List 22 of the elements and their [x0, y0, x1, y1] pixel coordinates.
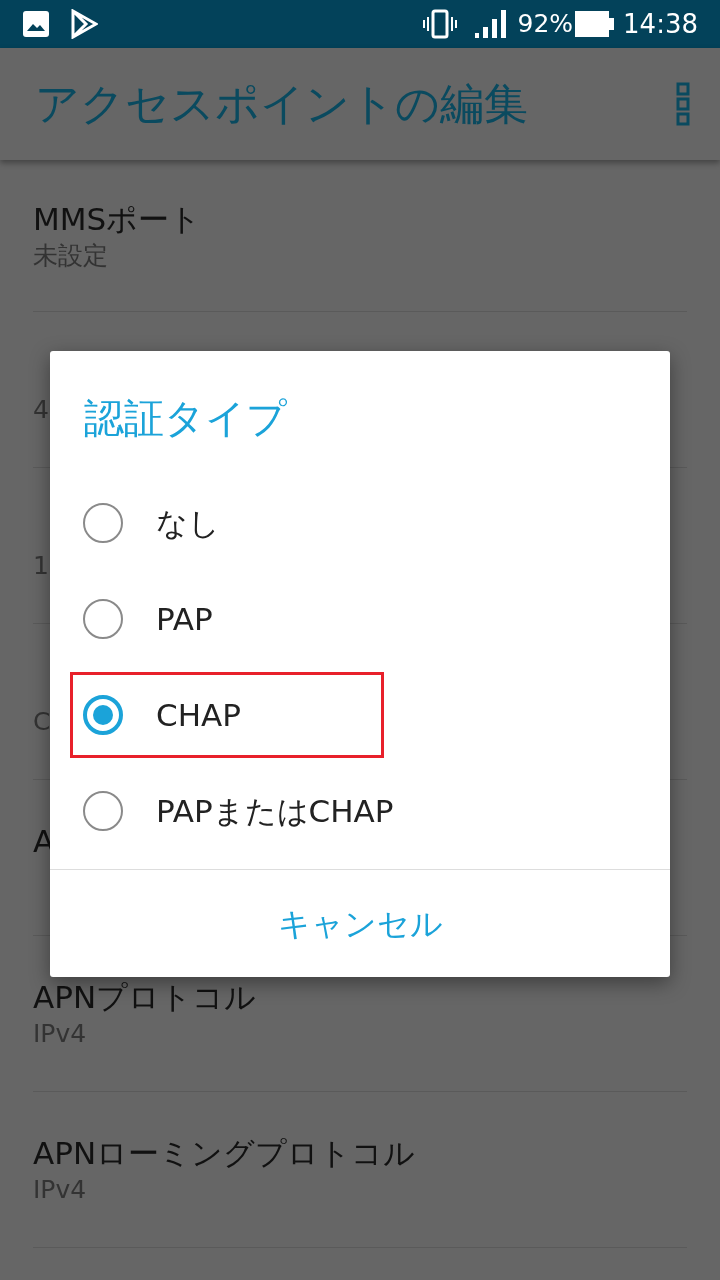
- dialog-title: 認証タイプ: [84, 394, 287, 443]
- more-icon[interactable]: [676, 82, 690, 126]
- clock: 14:38: [623, 7, 698, 41]
- battery-icon: [575, 10, 616, 38]
- play-icon: [70, 9, 98, 39]
- battery-percent: 92%: [517, 8, 574, 41]
- radio-option[interactable]: PAPまたはCHAP: [70, 768, 407, 854]
- radio-button[interactable]: [83, 695, 123, 735]
- radio-button[interactable]: [83, 791, 123, 831]
- radio-button[interactable]: [83, 503, 123, 543]
- cancel-button[interactable]: キャンセル: [267, 899, 453, 948]
- radio-option[interactable]: CHAP: [70, 672, 384, 758]
- vibrate-icon: [423, 9, 458, 39]
- app-bar-title: アクセスポイントの編集: [35, 77, 529, 131]
- setting-title[interactable]: MMSポート: [33, 198, 202, 239]
- radio-option[interactable]: なし: [70, 480, 384, 566]
- setting-title[interactable]: APNローミングプロトコル: [33, 1132, 416, 1173]
- image-icon: [22, 10, 50, 38]
- radio-button[interactable]: [83, 599, 123, 639]
- setting-title[interactable]: APNプロトコル: [33, 976, 257, 1017]
- signal-icon: [475, 9, 508, 39]
- radio-option[interactable]: PAP: [70, 576, 384, 662]
